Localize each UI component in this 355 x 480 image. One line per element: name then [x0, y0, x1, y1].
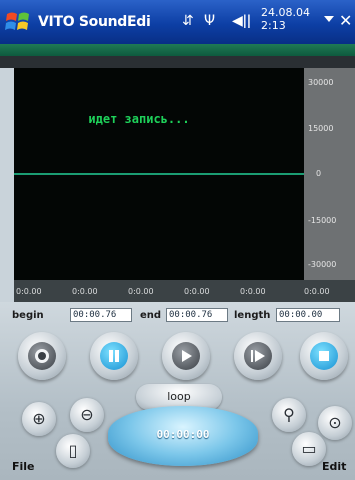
zoom-out-icon: ⊖	[80, 405, 94, 424]
softkey-edit[interactable]: Edit	[322, 460, 346, 473]
app-title: VITO SoundEdi	[38, 14, 151, 30]
pause-button[interactable]	[90, 332, 138, 380]
time-tick-label: 0:0.00	[304, 287, 330, 296]
waveform-display[interactable]: идет запись...	[14, 68, 304, 280]
amplitude-label: 30000	[308, 78, 334, 87]
zoom-selection-icon: ⊙	[328, 413, 342, 432]
play-selection-icon	[251, 350, 265, 362]
stop-icon	[319, 351, 329, 361]
stop-button[interactable]	[300, 332, 348, 380]
softkey-file[interactable]: File	[12, 460, 35, 473]
end-label: end	[140, 310, 162, 321]
title-bar: VITO SoundEdi ⇵ Ψ ◀ǀǀ 24.08.04 2:13 ✕	[0, 0, 355, 44]
time-tick-label: 0:0.00	[240, 287, 266, 296]
network-icon[interactable]: ⇵	[182, 13, 194, 29]
waveform-line	[14, 173, 304, 175]
toolbar-strip	[0, 56, 355, 68]
pause-icon	[109, 350, 119, 362]
amplitude-label: -15000	[308, 216, 337, 225]
end-field[interactable]: 00:00.76	[166, 308, 228, 322]
control-panel: begin 00:00.76 end 00:00.76 length 00:00…	[0, 302, 355, 480]
time-tick-label: 0:0.00	[184, 287, 210, 296]
clock-time: 2:13	[261, 19, 286, 32]
marker-button[interactable]: ⚲	[272, 398, 306, 432]
volume-icon[interactable]: ◀ǀǀ	[232, 13, 251, 29]
time-tick-label: 0:0.00	[72, 287, 98, 296]
marker-icon: ⚲	[283, 405, 295, 424]
begin-field[interactable]: 00:00.76	[70, 308, 132, 322]
clock[interactable]: 24.08.04 2:13	[261, 6, 310, 32]
play-button[interactable]	[162, 332, 210, 380]
clock-date: 24.08.04	[261, 6, 310, 19]
close-icon[interactable]: ✕	[339, 11, 352, 30]
amplitude-scale: 30000 15000 0 -15000 -30000	[304, 68, 355, 280]
play-selection-button[interactable]	[234, 332, 282, 380]
begin-label: begin	[12, 310, 44, 321]
save-icon: ▭	[301, 439, 317, 458]
amplitude-label: -30000	[308, 260, 337, 269]
time-tick-label: 0:0.00	[16, 287, 42, 296]
timer-display: 00:00:00	[108, 406, 258, 466]
record-icon	[35, 349, 49, 363]
zoom-in-button[interactable]: ⊕	[22, 402, 56, 436]
title-divider	[0, 44, 355, 56]
file-icon: ▯	[68, 441, 78, 460]
antenna-icon[interactable]: Ψ	[204, 13, 215, 29]
amplitude-label: 15000	[308, 124, 334, 133]
zoom-selection-button[interactable]: ⊙	[318, 406, 352, 440]
length-label: length	[234, 310, 271, 321]
recording-status: идет запись...	[88, 112, 190, 126]
amplitude-label: 0	[316, 169, 322, 178]
play-icon	[182, 350, 192, 362]
dropdown-icon[interactable]	[324, 16, 334, 22]
timer-value: 00:00:00	[156, 428, 210, 441]
zoom-out-button[interactable]: ⊖	[70, 398, 104, 432]
save-button[interactable]: ▭	[292, 432, 326, 466]
zoom-in-icon: ⊕	[32, 409, 46, 428]
time-ruler[interactable]: 0:0.00 0:0.00 0:0.00 0:0.00 0:0.00 0:0.0…	[14, 280, 355, 302]
length-field[interactable]: 00:00.00	[276, 308, 340, 322]
time-tick-label: 0:0.00	[128, 287, 154, 296]
record-button[interactable]	[18, 332, 66, 380]
windows-start-icon[interactable]	[4, 8, 34, 36]
file-button[interactable]: ▯	[56, 434, 90, 468]
